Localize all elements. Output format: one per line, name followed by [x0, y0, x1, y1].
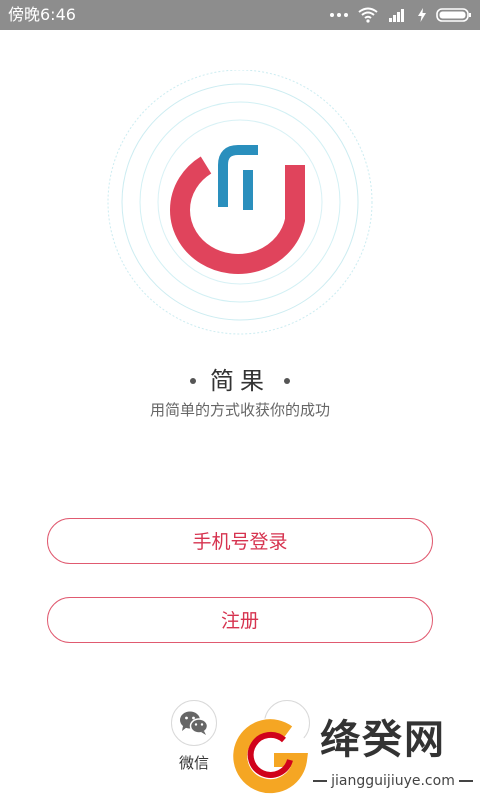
battery-icon: [436, 8, 471, 22]
wechat-label: 微信: [178, 754, 209, 772]
charging-icon: [418, 8, 426, 22]
watermark-text: 绛癸网: [320, 717, 446, 763]
login-screen: 傍晚6:46 简果 用简单的方式收获你的成功 手机号登录 注册 微信 绛癸网 j…: [0, 0, 480, 800]
register-button[interactable]: 注册: [47, 597, 433, 643]
app-logo: [90, 69, 390, 370]
status-icons: [330, 4, 472, 26]
decor-dot-left: [190, 378, 196, 384]
status-time: 傍晚6:46: [8, 5, 76, 24]
signal-icon: [389, 9, 404, 22]
watermark-logo-icon: [233, 718, 308, 794]
wifi-icon: [358, 7, 378, 23]
more-dots-icon: [330, 13, 348, 17]
wechat-icon: [180, 711, 209, 735]
watermark: 绛癸网 jiangguijiuye.com: [228, 712, 480, 800]
app-title-row: 简果: [0, 366, 480, 396]
status-bar: 傍晚6:46: [0, 0, 480, 30]
watermark-url: jiangguijiuye.com: [308, 772, 478, 790]
phone-login-button[interactable]: 手机号登录: [47, 518, 433, 564]
app-tagline: 用简单的方式收获你的成功: [149, 401, 330, 419]
app-name: 简果: [210, 367, 270, 395]
wechat-login[interactable]: 微信: [168, 700, 220, 773]
wechat-icon-button[interactable]: [171, 700, 217, 746]
logo-graphic: [107, 69, 373, 335]
watermark-url-text: jiangguijiuye.com: [331, 773, 455, 789]
decor-dot-right: [284, 378, 290, 384]
